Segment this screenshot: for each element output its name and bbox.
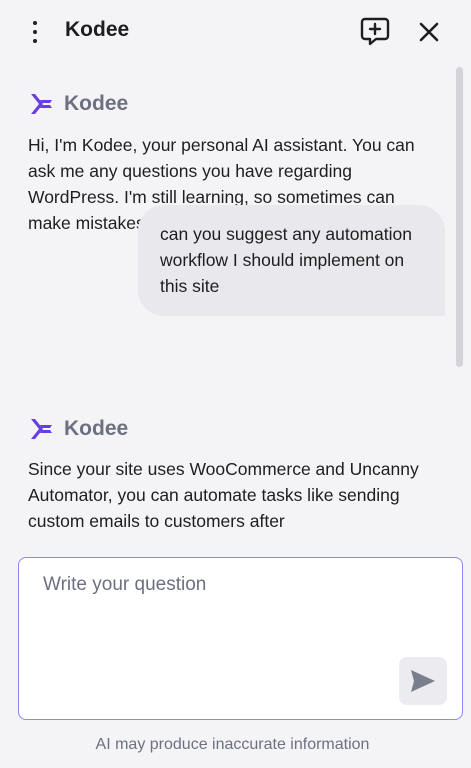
- scrollbar[interactable]: [456, 67, 463, 367]
- assistant-header: Kodee: [28, 416, 128, 442]
- kodee-logo-icon: [31, 94, 52, 114]
- question-input[interactable]: [19, 558, 462, 719]
- assistant-message: Since your site uses WooCommerce and Unc…: [28, 459, 419, 531]
- close-icon[interactable]: [415, 18, 443, 46]
- assistant-name: Kodee: [64, 92, 129, 115]
- disclaimer-text: AI may produce inaccurate information: [95, 736, 370, 753]
- assistant-header: Kodee: [28, 91, 128, 117]
- chat-panel: Kodee Kodee Hi, I'm Kodee, your personal…: [0, 0, 471, 768]
- chat-title: Kodee: [65, 18, 130, 41]
- new-chat-icon[interactable]: [359, 15, 391, 47]
- send-icon: [411, 670, 435, 692]
- question-input-box: [18, 557, 463, 720]
- assistant-name: Kodee: [64, 417, 129, 440]
- user-message: can you suggest any automation workflow …: [138, 205, 445, 316]
- kodee-logo-icon: [31, 419, 52, 439]
- chat-header: Kodee: [0, 0, 471, 64]
- send-button[interactable]: [399, 657, 447, 705]
- kebab-menu-icon[interactable]: [24, 16, 46, 48]
